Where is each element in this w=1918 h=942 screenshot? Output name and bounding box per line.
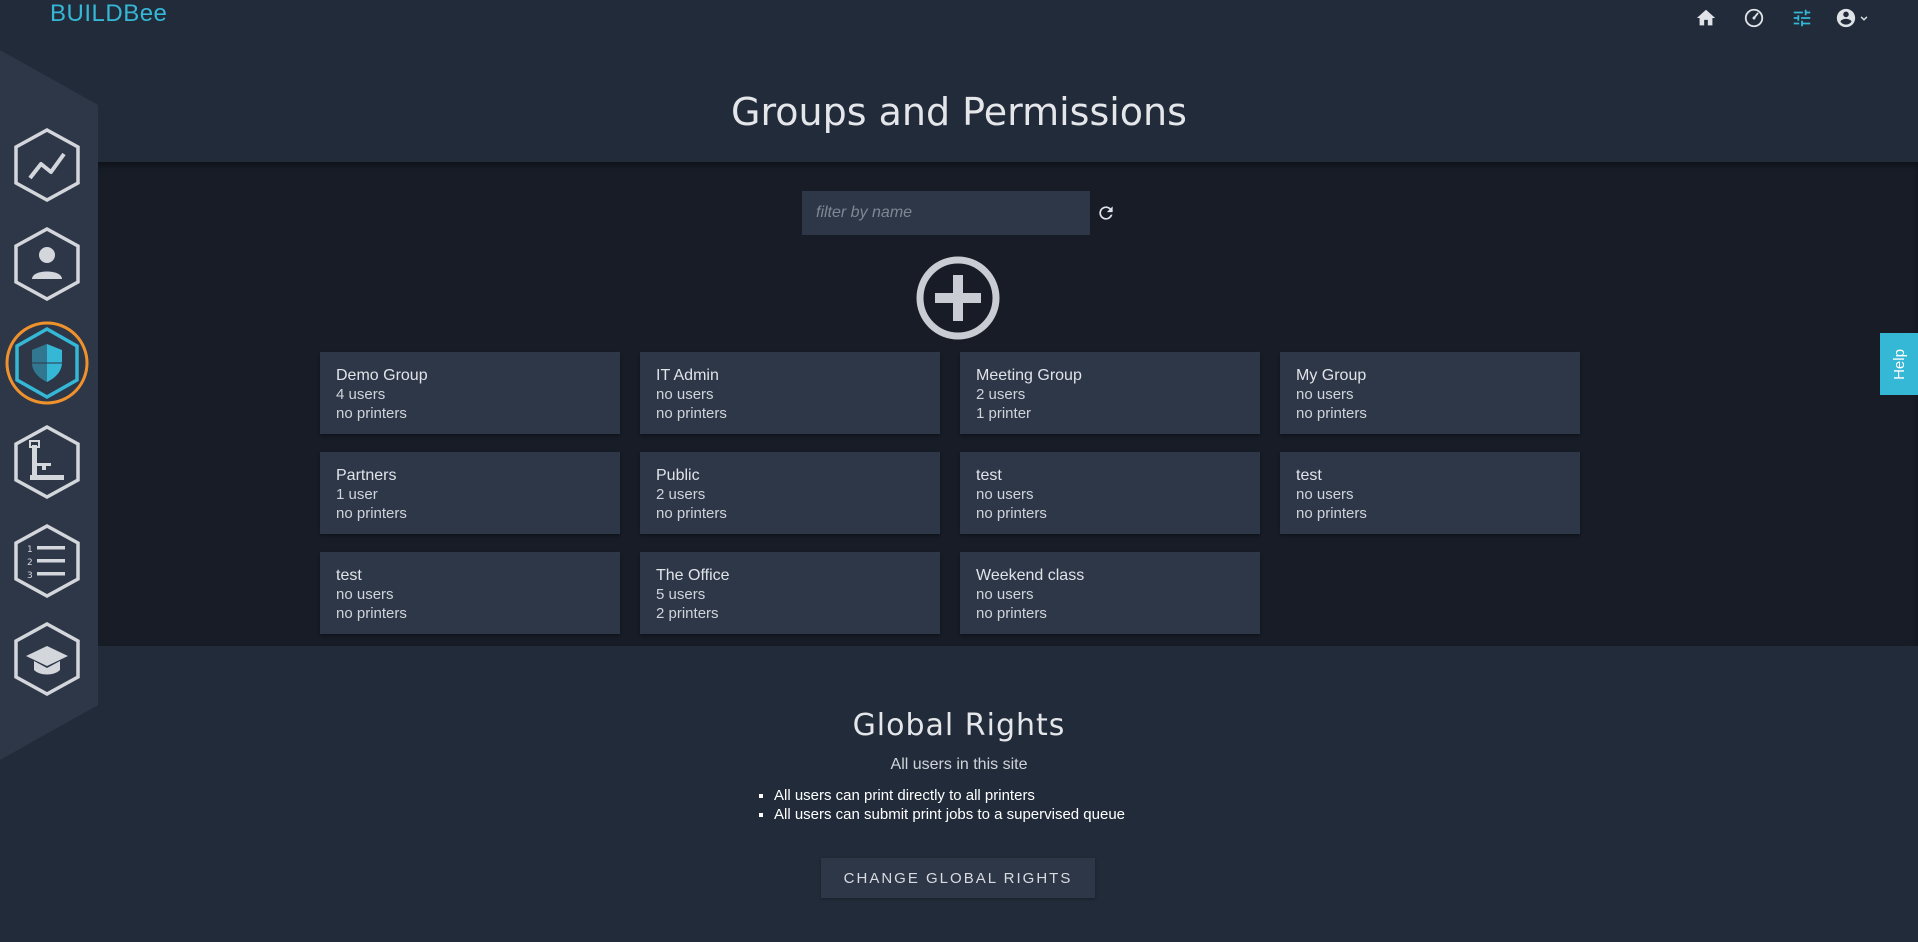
page: BUILDBee Groups and Permissions filter b… xyxy=(0,0,1918,942)
svg-text:3: 3 xyxy=(27,571,33,581)
tune-icon[interactable] xyxy=(1778,4,1826,32)
group-users: no users xyxy=(976,586,1034,603)
list-item: All users can submit print jobs to a sup… xyxy=(774,805,1125,824)
home-icon[interactable] xyxy=(1682,4,1730,32)
group-users: 4 users xyxy=(336,386,386,403)
page-header: Groups and Permissions xyxy=(0,34,1918,162)
group-card[interactable]: My Group no users no printers xyxy=(1280,352,1580,434)
group-card[interactable]: Public 2 users no printers xyxy=(640,452,940,534)
numbered-list-icon: 1 2 3 xyxy=(14,524,80,598)
group-card[interactable]: IT Admin no users no printers xyxy=(640,352,940,434)
group-card[interactable]: Demo Group 4 users no printers xyxy=(320,352,620,434)
group-printers: no printers xyxy=(1296,505,1367,522)
chevron-down-icon xyxy=(1860,16,1868,21)
global-rights-list: All users can print directly to all prin… xyxy=(756,786,1125,824)
user-icon xyxy=(14,227,80,301)
group-card[interactable]: test no users no printers xyxy=(960,452,1260,534)
top-bar: BUILDBee xyxy=(0,0,1918,34)
sidebar-item-queue[interactable]: 1 2 3 xyxy=(10,522,84,600)
group-name: Meeting Group xyxy=(976,367,1082,384)
group-users: 2 users xyxy=(656,486,706,503)
group-card[interactable]: Partners 1 user no printers xyxy=(320,452,620,534)
groups-grid: Demo Group 4 users no printers IT Admin … xyxy=(320,352,1580,634)
group-printers: no printers xyxy=(976,505,1047,522)
change-global-rights-button[interactable]: CHANGE GLOBAL RIGHTS xyxy=(821,858,1095,898)
group-users: no users xyxy=(656,386,714,403)
filter-bar xyxy=(802,191,1120,235)
sidebar-item-dashboard[interactable] xyxy=(10,126,84,204)
svg-text:1: 1 xyxy=(27,545,33,555)
group-name: test xyxy=(976,467,1002,484)
group-printers: no printers xyxy=(656,405,727,422)
group-name: Public xyxy=(656,467,700,484)
svg-text:2: 2 xyxy=(27,558,33,568)
groups-section: Demo Group 4 users no printers IT Admin … xyxy=(0,162,1918,646)
group-users: no users xyxy=(336,586,394,603)
group-users: no users xyxy=(1296,486,1354,503)
global-rights-subtitle: All users in this site xyxy=(890,756,1028,773)
printer-icon xyxy=(14,425,80,499)
group-card[interactable]: The Office 5 users 2 printers xyxy=(640,552,940,634)
group-printers: 2 printers xyxy=(656,605,719,622)
group-name: My Group xyxy=(1296,367,1367,384)
group-users: 5 users xyxy=(656,586,706,603)
logo-text: BUILDBee xyxy=(50,0,168,27)
help-tab[interactable]: Help xyxy=(1880,333,1918,395)
buildbee-logo[interactable]: BUILDBee xyxy=(50,0,167,28)
group-printers: no printers xyxy=(656,505,727,522)
top-icons xyxy=(1682,4,1880,32)
trending-icon xyxy=(14,128,80,202)
group-name: Weekend class xyxy=(976,567,1085,584)
group-printers: no printers xyxy=(976,605,1047,622)
sidebar-item-printers[interactable] xyxy=(10,423,84,501)
plus-circle-icon xyxy=(916,256,1000,340)
refresh-icon[interactable] xyxy=(1092,199,1120,227)
group-users: no users xyxy=(1296,386,1354,403)
speed-icon[interactable] xyxy=(1730,4,1778,32)
group-users: no users xyxy=(976,486,1034,503)
group-name: The Office xyxy=(656,567,730,584)
group-printers: no printers xyxy=(336,505,407,522)
page-title: Groups and Permissions xyxy=(731,90,1187,134)
sidebar-item-users[interactable] xyxy=(10,225,84,303)
group-card[interactable]: Weekend class no users no printers xyxy=(960,552,1260,634)
help-label: Help xyxy=(1890,348,1908,380)
account-icon[interactable] xyxy=(1826,4,1880,32)
group-card[interactable]: test no users no printers xyxy=(320,552,620,634)
group-printers: 1 printer xyxy=(976,405,1032,422)
global-rights-section: Global Rights All users in this site All… xyxy=(0,646,1918,942)
group-card[interactable]: Meeting Group 2 users 1 printer xyxy=(960,352,1260,434)
group-card[interactable]: test no users no printers xyxy=(1280,452,1580,534)
list-item: All users can print directly to all prin… xyxy=(774,786,1125,805)
global-rights-title: Global Rights xyxy=(852,708,1066,743)
filter-input[interactable] xyxy=(802,191,1090,235)
shield-icon xyxy=(5,321,89,405)
add-group-button[interactable] xyxy=(915,255,1001,341)
group-name: Partners xyxy=(336,467,397,484)
group-users: 1 user xyxy=(336,486,378,503)
group-name: Demo Group xyxy=(336,367,428,384)
group-printers: no printers xyxy=(336,405,407,422)
group-name: IT Admin xyxy=(656,367,719,384)
group-name: test xyxy=(1296,467,1322,484)
group-printers: no printers xyxy=(336,605,407,622)
sidebar-item-groups[interactable] xyxy=(4,320,90,406)
group-printers: no printers xyxy=(1296,405,1367,422)
group-name: test xyxy=(336,567,362,584)
group-users: 2 users xyxy=(976,386,1026,403)
